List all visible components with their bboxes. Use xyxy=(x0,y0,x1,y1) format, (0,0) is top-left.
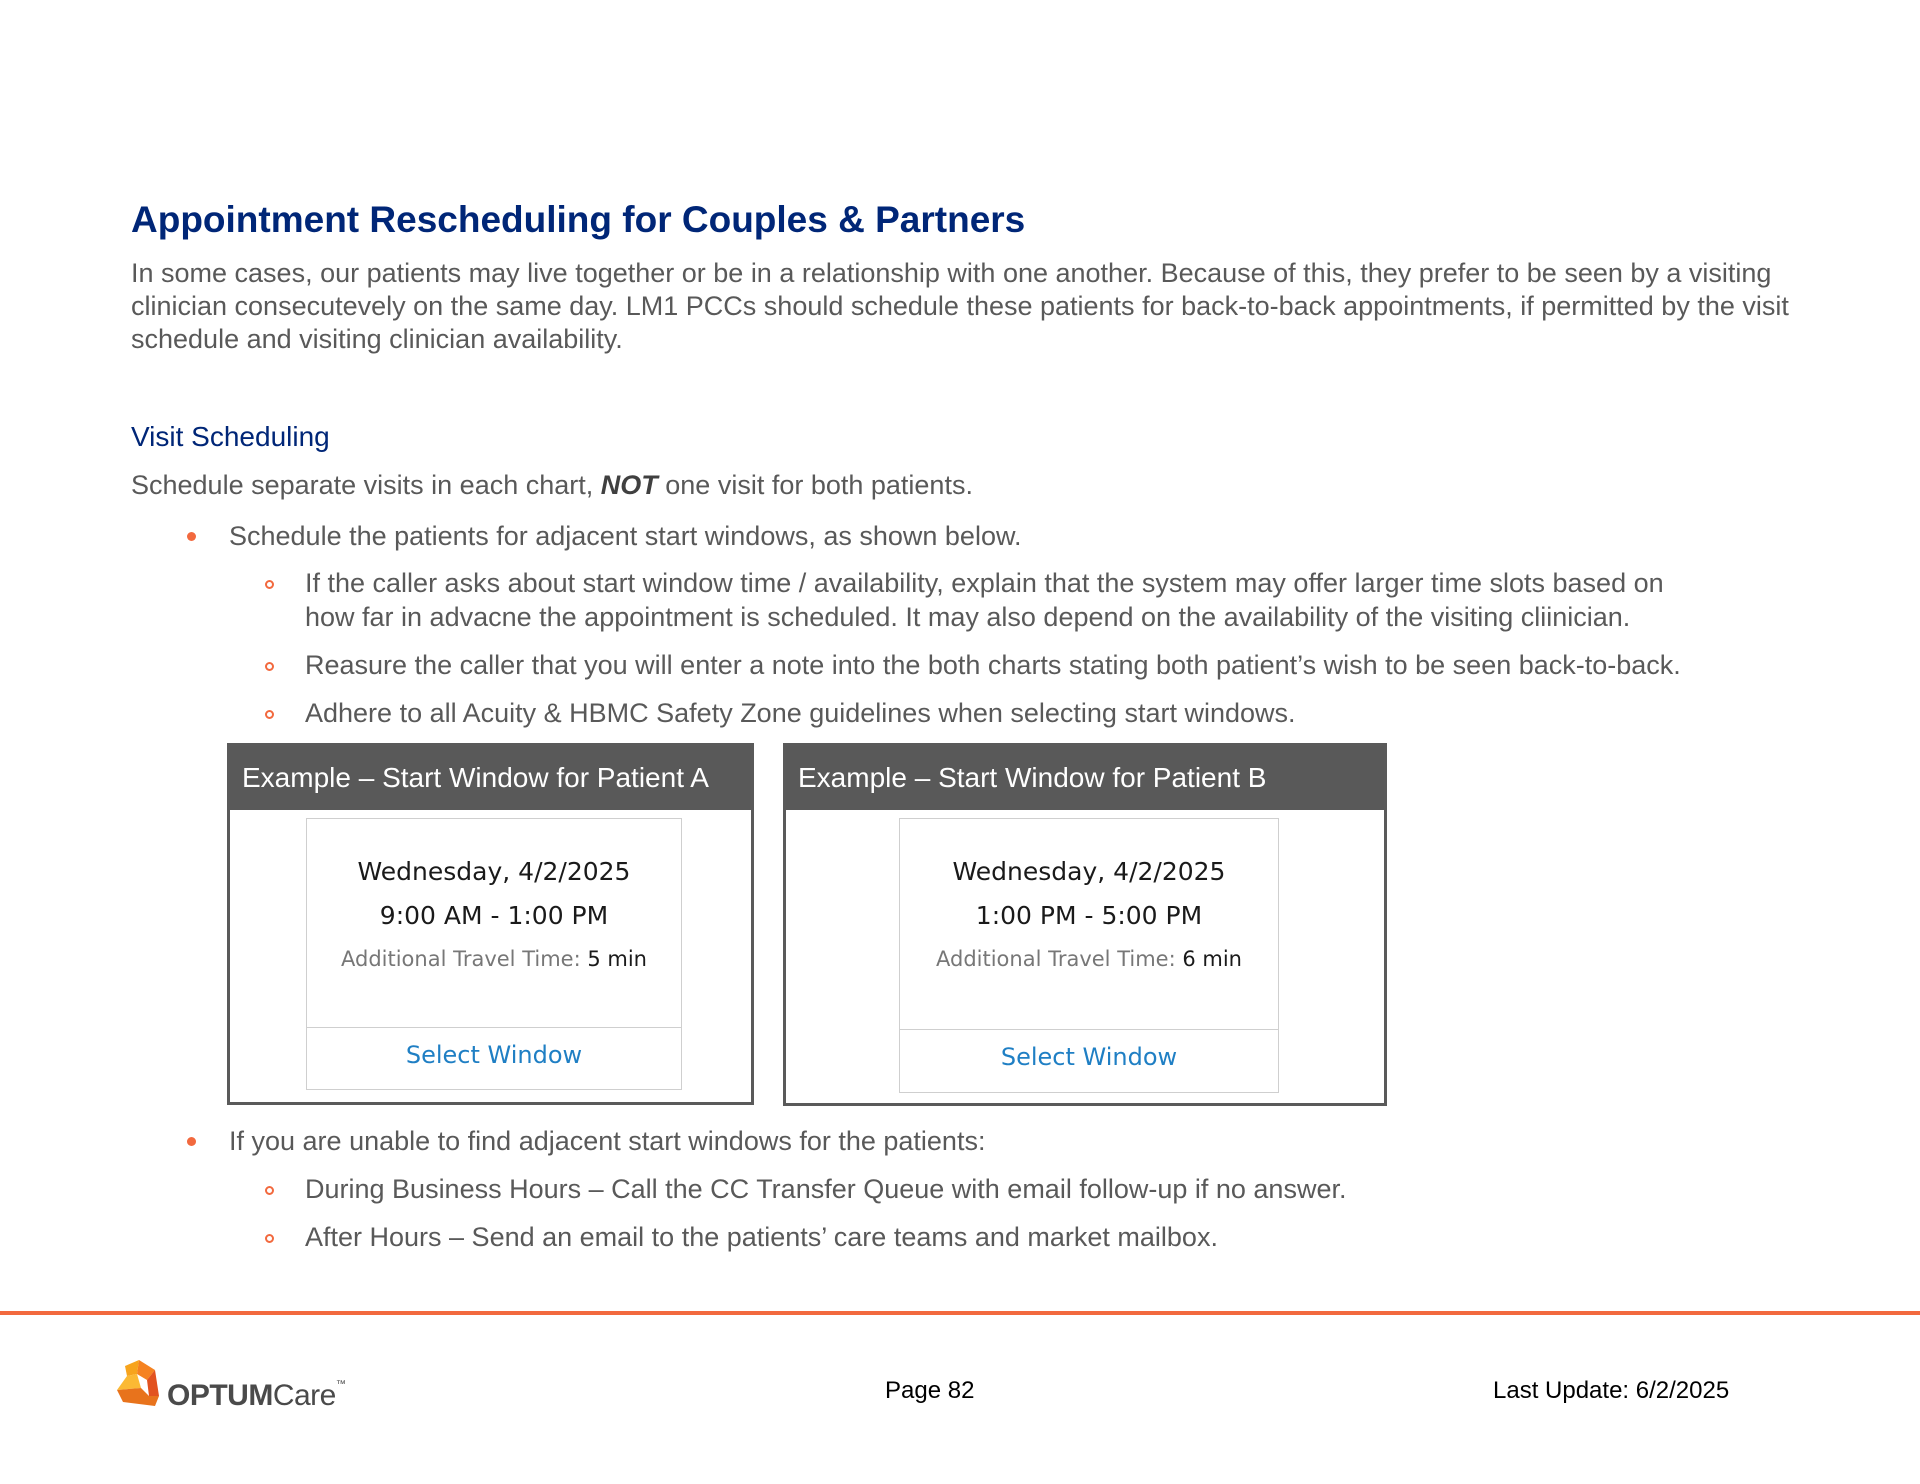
sub-bullet-text: Adhere to all Acuity & HBMC Safety Zone … xyxy=(305,698,1296,728)
sub-bullet-text: During Business Hours – Call the CC Tran… xyxy=(305,1174,1347,1204)
footer-divider xyxy=(0,1311,1920,1315)
travel-time: Additional Travel Time: 6 min xyxy=(900,947,1278,971)
window-time-range: 9:00 AM - 1:00 PM xyxy=(379,901,609,930)
optum-care-logo: OPTUMCare™ xyxy=(115,1360,355,1422)
sub-bullet-item: During Business Hours – Call the CC Tran… xyxy=(0,1172,1920,1206)
example-card-patient-a: Example – Start Window for Patient A Wed… xyxy=(227,743,754,1105)
lead-emphasis: NOT xyxy=(600,470,658,500)
example-card-header: Example – Start Window for Patient B xyxy=(786,746,1384,810)
example-card-header: Example – Start Window for Patient A xyxy=(230,746,751,810)
example-card-patient-b: Example – Start Window for Patient B Wed… xyxy=(783,743,1387,1106)
circle-bullet-icon xyxy=(265,1186,274,1195)
page-title: Appointment Rescheduling for Couples & P… xyxy=(131,199,1026,240)
sub-bullet-item: If the caller asks about start window ti… xyxy=(0,566,1920,634)
travel-time: Additional Travel Time: 5 min xyxy=(307,947,681,971)
optum-logo-icon xyxy=(117,1360,159,1406)
tile-divider xyxy=(307,1027,681,1028)
page-number: Page 82 xyxy=(885,1377,975,1404)
bullet-item: If you are unable to find adjacent start… xyxy=(0,1124,1920,1158)
sub-bullet-text-continued: how far in advacne the appointment is sc… xyxy=(305,602,1631,632)
bullet-text: If you are unable to find adjacent start… xyxy=(229,1126,986,1156)
travel-time-value: 5 min xyxy=(587,947,647,971)
sub-bullet-text: Reasure the caller that you will enter a… xyxy=(305,650,1681,680)
sub-bullet-item: After Hours – Send an email to the patie… xyxy=(0,1220,1920,1254)
travel-time-label: Additional Travel Time: xyxy=(341,947,581,971)
sub-bullet-item: Adhere to all Acuity & HBMC Safety Zone … xyxy=(0,696,1920,730)
lead-after: one visit for both patients. xyxy=(657,470,973,500)
travel-time-value: 6 min xyxy=(1182,947,1242,971)
bullet-dot-icon xyxy=(187,1137,196,1146)
window-time-range: 1:00 PM - 5:00 PM xyxy=(975,901,1203,930)
bullet-item: Schedule the patients for adjacent start… xyxy=(0,519,1920,553)
start-window-tile: Wednesday, 4/2/2025 1:00 PM - 5:00 PM Ad… xyxy=(899,818,1279,1093)
window-date: Wednesday, 4/2/2025 xyxy=(952,857,1226,886)
lead-sentence: Schedule separate visits in each chart, … xyxy=(131,467,973,503)
tile-divider xyxy=(900,1029,1278,1030)
circle-bullet-icon xyxy=(265,1234,274,1243)
section-heading: Visit Scheduling xyxy=(131,421,330,452)
bullet-text: Schedule the patients for adjacent start… xyxy=(229,521,1022,551)
select-window-button[interactable]: Select Window xyxy=(900,1043,1278,1071)
window-date: Wednesday, 4/2/2025 xyxy=(357,857,631,886)
sub-bullet-text: After Hours – Send an email to the patie… xyxy=(305,1222,1218,1252)
logo-suffix-text: Care xyxy=(272,1379,337,1412)
start-window-tile: Wednesday, 4/2/2025 9:00 AM - 1:00 PM Ad… xyxy=(306,818,682,1090)
logo-trademark: ™ xyxy=(335,1379,346,1390)
lead-before: Schedule separate visits in each chart, xyxy=(131,470,601,500)
circle-bullet-icon xyxy=(265,580,274,589)
sub-bullet-text: If the caller asks about start window ti… xyxy=(305,568,1664,598)
circle-bullet-icon xyxy=(265,710,274,719)
circle-bullet-icon xyxy=(265,662,274,671)
last-update: Last Update: 6/2/2025 xyxy=(1493,1377,1730,1404)
intro-paragraph: In some cases, our patients may live tog… xyxy=(131,258,1789,354)
travel-time-label: Additional Travel Time: xyxy=(936,947,1176,971)
sub-bullet-item: Reasure the caller that you will enter a… xyxy=(0,648,1920,682)
bullet-dot-icon xyxy=(187,532,196,541)
select-window-button[interactable]: Select Window xyxy=(307,1041,681,1069)
optum-care-wordmark: OPTUMCare™ xyxy=(167,1379,346,1413)
logo-brand-text: OPTUM xyxy=(167,1379,273,1412)
